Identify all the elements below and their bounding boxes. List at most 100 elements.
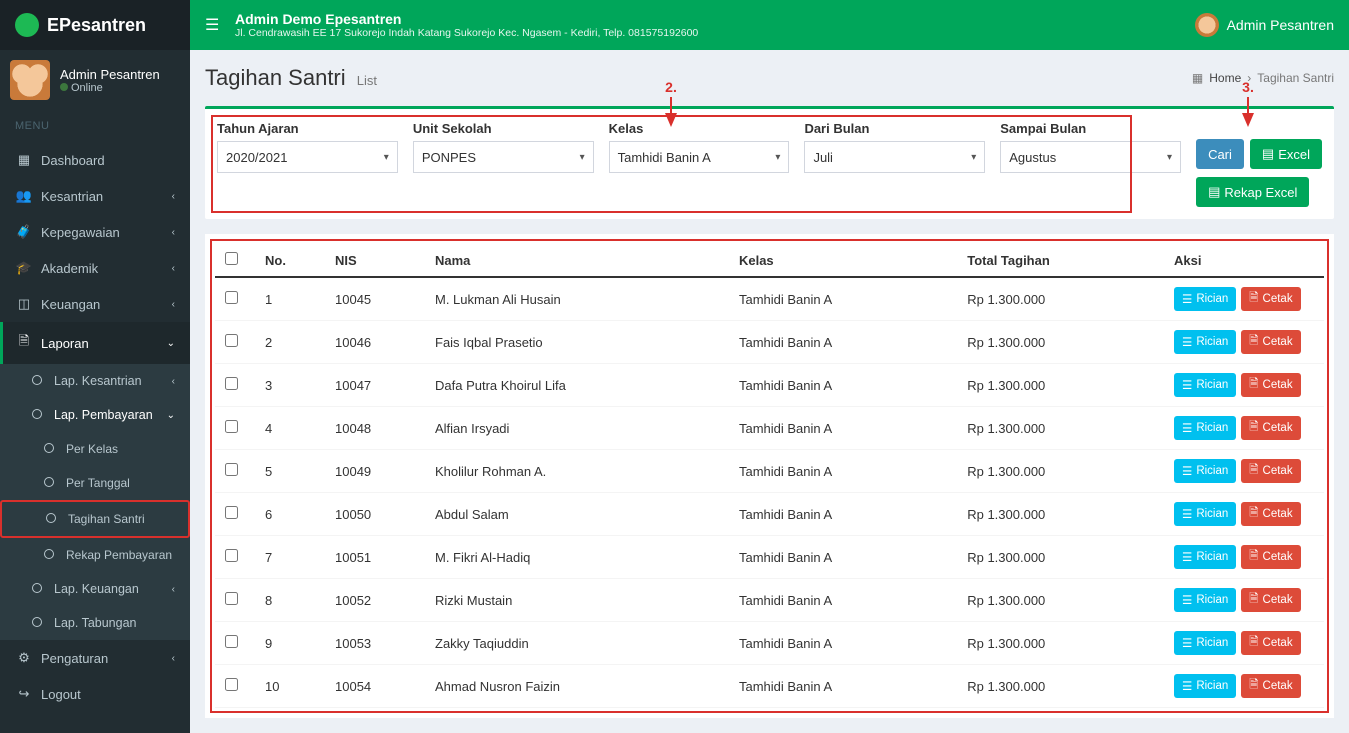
th-kelas: Kelas [729,244,957,277]
cell-no: 6 [255,493,325,536]
select-sampai-bulan[interactable]: Agustus▾ [1000,141,1181,173]
label-dari-bulan: Dari Bulan [804,121,985,136]
row-checkbox[interactable] [225,506,238,519]
cell-no: 8 [255,579,325,622]
file-icon: 🗎 [15,332,33,354]
chevron-left-icon: ‹ [172,299,175,310]
rician-button[interactable]: ☰Rician [1174,674,1236,698]
nav-lap-kesantrian[interactable]: Lap. Kesantrian‹ [0,364,190,398]
rician-button[interactable]: ☰Rician [1174,373,1236,397]
topbar-user[interactable]: Admin Pesantren [1195,13,1334,37]
logo-icon [15,13,39,37]
excel-button[interactable]: ▤Excel [1250,139,1322,169]
cetak-button[interactable]: 🗎Cetak [1241,545,1300,569]
cell-total: Rp 1.300.000 [957,579,1164,622]
cell-nama: Abdul Salam [425,493,729,536]
cetak-button[interactable]: 🗎Cetak [1241,287,1300,311]
rician-button[interactable]: ☰Rician [1174,287,1236,311]
cell-total: Rp 1.300.000 [957,321,1164,364]
cetak-button[interactable]: 🗎Cetak [1241,459,1300,483]
th-nis: NIS [325,244,425,277]
nav-rekap-pembayaran[interactable]: Rekap Pembayaran [0,538,190,572]
cell-no: 7 [255,536,325,579]
cetak-button[interactable]: 🗎Cetak [1241,588,1300,612]
select-kelas[interactable]: Tamhidi Banin A▾ [609,141,790,173]
cell-total: Rp 1.300.000 [957,665,1164,708]
cetak-button[interactable]: 🗎Cetak [1241,502,1300,526]
nav-per-tanggal[interactable]: Per Tanggal [0,466,190,500]
nav-pengaturan[interactable]: ⚙Pengaturan‹ [0,640,190,676]
row-checkbox[interactable] [225,420,238,433]
row-checkbox[interactable] [225,463,238,476]
search-button[interactable]: Cari [1196,139,1244,169]
select-tahun-ajaran[interactable]: 2020/2021▾ [217,141,398,173]
user-status: Online [60,82,160,94]
avatar-small [1195,13,1219,37]
row-checkbox[interactable] [225,549,238,562]
rician-button[interactable]: ☰Rician [1174,502,1236,526]
rekap-excel-button[interactable]: ▤Rekap Excel [1196,177,1309,207]
print-icon: 🗎 [1249,548,1258,567]
rician-button[interactable]: ☰Rician [1174,330,1236,354]
nav-per-kelas[interactable]: Per Kelas [0,432,190,466]
cell-nis: 10048 [325,407,425,450]
rician-button[interactable]: ☰Rician [1174,545,1236,569]
breadcrumb-current: Tagihan Santri [1257,71,1334,85]
row-checkbox[interactable] [225,635,238,648]
cetak-button[interactable]: 🗎Cetak [1241,416,1300,440]
cetak-button[interactable]: 🗎Cetak [1241,631,1300,655]
cell-nama: Kholilur Rohman A. [425,450,729,493]
rician-button[interactable]: ☰Rician [1174,416,1236,440]
user-name: Admin Pesantren [60,67,160,82]
row-checkbox[interactable] [225,291,238,304]
cell-no: 3 [255,364,325,407]
rician-button[interactable]: ☰Rician [1174,631,1236,655]
nav-lap-pembayaran[interactable]: Lap. Pembayaran⌄ [0,398,190,432]
circle-icon [42,512,60,526]
select-dari-bulan[interactable]: Juli▾ [804,141,985,173]
cetak-button[interactable]: 🗎Cetak [1241,373,1300,397]
nav-keuangan[interactable]: ◫Keuangan‹ [0,286,190,322]
cell-kelas: Tamhidi Banin A [729,450,957,493]
chevron-left-icon: ‹ [172,263,175,274]
nav-lap-keuangan[interactable]: Lap. Keuangan‹ [0,572,190,606]
cell-nis: 10047 [325,364,425,407]
grid-icon: ▦ [15,152,33,168]
print-icon: 🗎 [1249,505,1258,524]
cell-kelas: Tamhidi Banin A [729,493,957,536]
chevron-down-icon: ▾ [971,152,976,163]
row-checkbox[interactable] [225,377,238,390]
list-icon: ☰ [1182,636,1192,650]
chevron-down-icon: ▾ [384,152,389,163]
row-checkbox[interactable] [225,678,238,691]
nav-tagihan-santri[interactable]: Tagihan Santri [0,500,190,538]
nav-logout[interactable]: ↪Logout [0,676,190,712]
cell-nis: 10050 [325,493,425,536]
menu-toggle[interactable]: ☰ [205,15,235,35]
nav-lap-tabungan[interactable]: Lap. Tabungan [0,606,190,640]
checkbox-all[interactable] [225,252,238,265]
cetak-button[interactable]: 🗎Cetak [1241,330,1300,354]
nav-dashboard[interactable]: ▦Dashboard [0,142,190,178]
nav-akademik[interactable]: 🎓Akademik‹ [0,250,190,286]
nav-laporan[interactable]: 🗎Laporan⌄ [0,322,190,364]
table-row: 8 10052 Rizki Mustain Tamhidi Banin A Rp… [215,579,1324,622]
nav-kesantrian[interactable]: 👥Kesantrian‹ [0,178,190,214]
cell-kelas: Tamhidi Banin A [729,364,957,407]
chevron-left-icon: ‹ [172,191,175,202]
page-title: Tagihan Santri List [205,65,377,91]
select-unit-sekolah[interactable]: PONPES▾ [413,141,594,173]
circle-icon [40,442,58,456]
chevron-down-icon: ▾ [1167,152,1172,163]
row-checkbox[interactable] [225,592,238,605]
rician-button[interactable]: ☰Rician [1174,588,1236,612]
row-checkbox[interactable] [225,334,238,347]
nav-kepegawaian[interactable]: 🧳Kepegawaian‹ [0,214,190,250]
logo[interactable]: EPesantren [0,0,190,50]
dashboard-icon: ▦ [1192,71,1203,85]
list-icon: ☰ [1182,378,1192,392]
rician-button[interactable]: ☰Rician [1174,459,1236,483]
breadcrumb-home[interactable]: Home [1209,71,1241,85]
th-total: Total Tagihan [957,244,1164,277]
cetak-button[interactable]: 🗎Cetak [1241,674,1300,698]
